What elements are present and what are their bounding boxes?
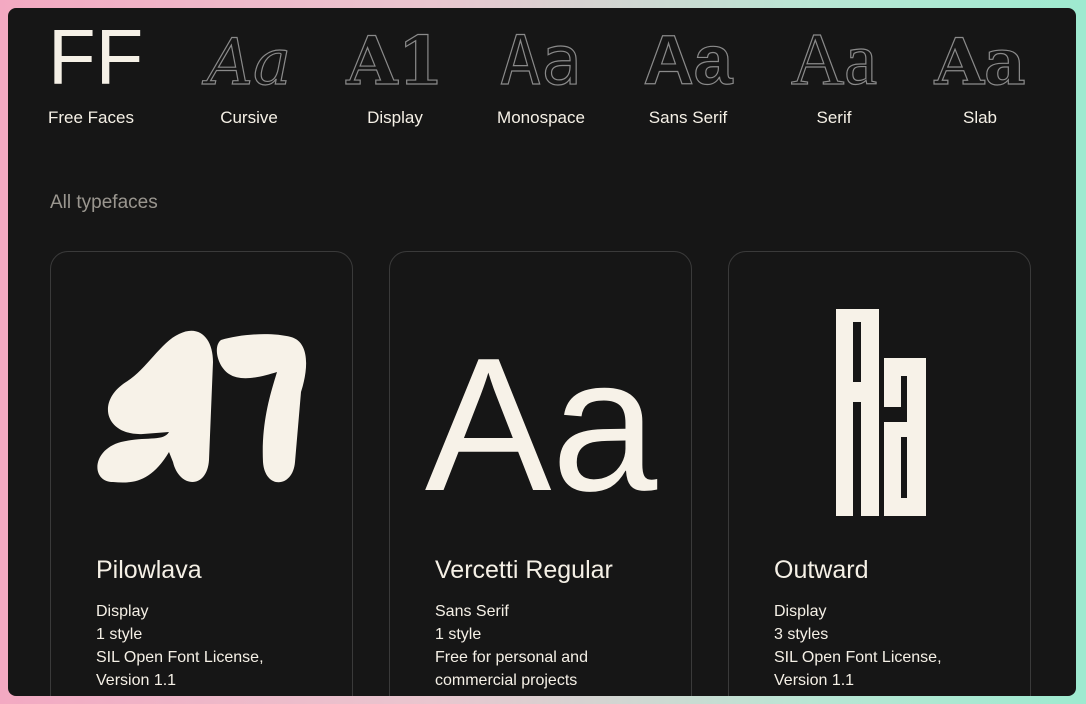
category-label: Display [367,108,423,127]
typeface-category: Sans Serif [435,603,509,620]
typeface-license-version: Version 1.1 [774,672,855,689]
svg-text:Aa: Aa [643,26,734,96]
pilowlava-preview-icon [97,330,307,483]
section-title: All typefaces [50,192,158,213]
category-label: Monospace [497,108,585,127]
typeface-name: Vercetti Regular [435,556,613,584]
typeface-styles: 1 style [435,626,482,643]
monospace-aa-icon: Aa [499,26,582,96]
logo-label: Free Faces [48,108,134,127]
category-label: Serif [816,108,852,127]
category-monospace[interactable]: Aa Monospace [476,26,606,128]
svg-text:Aa: Aa [202,26,291,96]
typeface-card-outward[interactable]: Outward Display 3 styles SIL Open Font L… [728,251,1031,696]
typeface-card-pilowlava[interactable]: Pilowlava Display 1 style SIL Open Font … [50,251,353,696]
typeface-license-detail: commercial projects [435,672,578,689]
ff-logo-icon: FF [48,26,143,96]
category-label: Sans Serif [648,108,728,127]
vercetti-preview-icon: Aa [425,319,658,531]
outward-preview-icon [836,309,926,516]
category-serif[interactable]: Aa Serif [769,26,899,128]
typeface-category: Display [774,603,827,620]
typeface-category: Display [96,603,149,620]
svg-text:Aa: Aa [500,26,582,96]
slab-aa-icon: Aa [933,26,1026,96]
category-sans-serif[interactable]: Aa Sans Serif [623,26,753,128]
serif-aa-icon: Aa [790,26,877,96]
category-display[interactable]: A1 Display [330,26,460,128]
typeface-license-version: Version 1.1 [96,672,177,689]
typeface-license: SIL Open Font License, [96,649,264,666]
app-window: FF Free Faces Aa Cursive A1 Display Aa M… [8,8,1076,696]
sans-serif-aa-icon: Aa [643,26,735,96]
typeface-styles: 3 styles [774,626,829,643]
svg-text:Aa: Aa [933,26,1025,96]
display-a1-icon: A1 [345,26,444,96]
category-nav: FF Free Faces Aa Cursive A1 Display Aa M… [8,8,1076,148]
svg-text:A1: A1 [345,26,443,96]
typeface-license: SIL Open Font License, [774,649,942,666]
typeface-meta: Display 1 style SIL Open Font License, V… [96,600,316,692]
category-label: Cursive [220,108,278,127]
category-cursive[interactable]: Aa Cursive [184,26,314,128]
svg-text:Aa: Aa [791,26,877,96]
logo-free-faces[interactable]: FF Free Faces [48,26,178,128]
typeface-styles: 1 style [96,626,143,643]
typeface-meta: Display 3 styles SIL Open Font License, … [774,600,994,692]
svg-text:Aa: Aa [425,319,658,531]
svg-text:FF: FF [48,26,143,96]
category-slab[interactable]: Aa Slab [915,26,1045,128]
typeface-meta: Sans Serif 1 style Free for personal and… [435,600,655,692]
cursive-aa-icon: Aa [201,26,292,96]
typeface-card-vercetti-regular[interactable]: Aa Vercetti Regular Sans Serif 1 style F… [389,251,692,696]
category-label: Slab [962,108,998,127]
typeface-name: Outward [774,556,869,584]
typeface-license: Free for personal and [435,649,588,666]
typeface-name: Pilowlava [96,556,202,584]
